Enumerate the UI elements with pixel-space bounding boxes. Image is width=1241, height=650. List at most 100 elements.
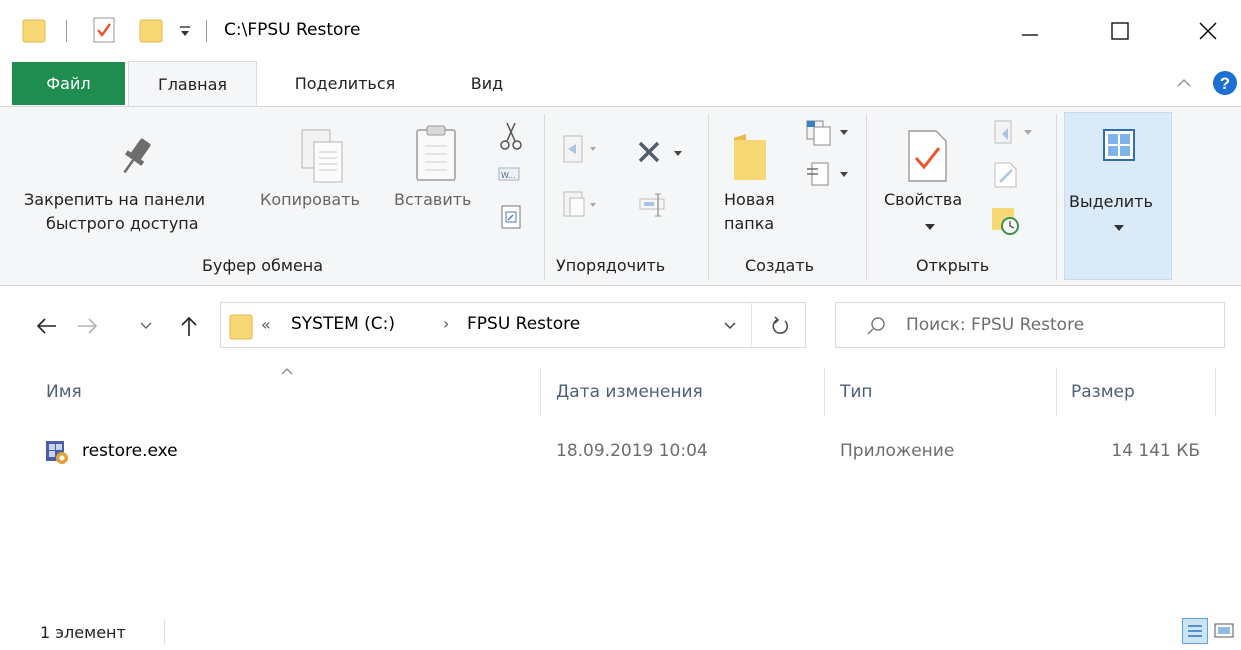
column-header-name[interactable]: Имя bbox=[46, 382, 82, 402]
large-icons-view-button[interactable] bbox=[1212, 619, 1238, 643]
group-separator bbox=[544, 114, 545, 280]
new-folder-button[interactable]: Новая папка bbox=[718, 118, 800, 246]
cut-icon[interactable] bbox=[498, 120, 524, 152]
properties-label: Свойства bbox=[884, 190, 963, 209]
pin-label-line2: быстрого доступа bbox=[46, 214, 199, 233]
group-separator bbox=[708, 114, 709, 280]
column-separator[interactable] bbox=[824, 368, 825, 416]
up-arrow-icon bbox=[181, 316, 197, 336]
rename-icon[interactable] bbox=[638, 190, 668, 220]
tab-file[interactable]: Файл bbox=[12, 62, 125, 105]
move-to-icon[interactable] bbox=[562, 134, 598, 164]
divider bbox=[751, 303, 752, 347]
minimize-button[interactable] bbox=[1000, 6, 1060, 56]
paste-button[interactable]: Вставить bbox=[392, 118, 490, 228]
properties-quick-icon[interactable] bbox=[92, 16, 116, 44]
paste-icon bbox=[416, 125, 456, 181]
properties-button[interactable]: Свойства bbox=[876, 118, 984, 246]
title-bar: C:\FPSU Restore bbox=[0, 0, 1241, 60]
group-separator bbox=[1056, 114, 1057, 280]
chevron-down-icon bbox=[140, 322, 152, 329]
search-field[interactable]: Поиск: FPSU Restore bbox=[835, 302, 1225, 348]
file-modified: 18.09.2019 10:04 bbox=[556, 441, 708, 461]
new-folder-quick-icon[interactable] bbox=[139, 16, 163, 44]
properties-icon bbox=[908, 130, 947, 182]
paste-shortcut-icon[interactable] bbox=[500, 204, 522, 230]
edit-icon[interactable] bbox=[992, 160, 1020, 190]
up-button[interactable] bbox=[172, 305, 206, 347]
open-group-label: Открыть bbox=[916, 256, 990, 275]
customize-quick-access-icon[interactable] bbox=[178, 25, 192, 39]
address-bar[interactable]: « SYSTEM (C:) › FPSU Restore bbox=[220, 302, 806, 348]
column-header-size[interactable]: Размер bbox=[1071, 382, 1135, 402]
open-icon[interactable] bbox=[992, 118, 1036, 148]
minimize-icon bbox=[1022, 34, 1038, 36]
file-type: Приложение bbox=[840, 441, 955, 461]
divider bbox=[206, 20, 207, 42]
breadcrumb-overflow[interactable]: « bbox=[261, 315, 271, 334]
details-view-button[interactable] bbox=[1182, 618, 1208, 644]
back-button[interactable] bbox=[30, 305, 64, 347]
application-icon bbox=[46, 441, 68, 464]
window-title: C:\FPSU Restore bbox=[224, 20, 361, 40]
select-icon bbox=[1103, 129, 1135, 161]
search-icon bbox=[867, 317, 885, 335]
copy-icon bbox=[301, 129, 343, 183]
copy-path-icon[interactable]: W... bbox=[498, 166, 520, 182]
collapse-ribbon-icon[interactable] bbox=[1176, 76, 1192, 88]
tab-home[interactable]: Главная bbox=[128, 61, 257, 107]
select-button[interactable]: Выделить bbox=[1064, 112, 1172, 280]
status-item-count: 1 элемент bbox=[40, 623, 126, 642]
folder-icon bbox=[229, 314, 253, 340]
organize-group-label: Упорядочить bbox=[556, 256, 666, 275]
large-icons-view-icon bbox=[1214, 623, 1234, 638]
folder-icon bbox=[22, 19, 46, 43]
back-arrow-icon bbox=[36, 318, 56, 334]
tab-share[interactable]: Поделиться bbox=[270, 60, 420, 106]
history-icon[interactable] bbox=[990, 204, 1022, 236]
column-separator[interactable] bbox=[540, 368, 541, 416]
new-item-icon[interactable] bbox=[804, 118, 852, 148]
details-view-icon bbox=[1188, 625, 1202, 637]
copy-to-icon[interactable] bbox=[562, 190, 598, 220]
dropdown-arrow-icon bbox=[1114, 225, 1124, 231]
tab-view[interactable]: Вид bbox=[452, 60, 522, 106]
divider bbox=[66, 20, 67, 42]
breadcrumb-system-c[interactable]: SYSTEM (C:) bbox=[291, 314, 395, 334]
pin-label-line1: Закрепить на панели bbox=[24, 190, 205, 209]
column-separator[interactable] bbox=[1056, 368, 1057, 416]
forward-button[interactable] bbox=[70, 305, 104, 347]
maximize-icon bbox=[1111, 22, 1129, 40]
dropdown-arrow-icon bbox=[925, 224, 935, 230]
clipboard-group-label: Буфер обмена bbox=[202, 256, 324, 275]
pin-icon bbox=[123, 138, 151, 174]
help-icon[interactable]: ? bbox=[1212, 70, 1238, 96]
column-header-modified[interactable]: Дата изменения bbox=[556, 382, 703, 402]
forward-arrow-icon bbox=[78, 318, 98, 334]
svg-text:W...: W... bbox=[501, 171, 516, 180]
maximize-button[interactable] bbox=[1090, 6, 1150, 56]
breadcrumb-separator: › bbox=[443, 314, 450, 333]
recent-locations-button[interactable] bbox=[136, 305, 156, 347]
delete-icon[interactable] bbox=[636, 138, 686, 166]
new-folder-icon bbox=[734, 134, 766, 180]
close-icon bbox=[1199, 22, 1217, 40]
address-dropdown-icon[interactable] bbox=[723, 321, 737, 331]
breadcrumb-fpsu-restore[interactable]: FPSU Restore bbox=[467, 314, 580, 334]
column-separator[interactable] bbox=[1215, 368, 1216, 416]
file-name[interactable]: restore.exe bbox=[82, 441, 178, 461]
pin-quick-access-button[interactable]: Закрепить на панели быстрого доступа bbox=[22, 118, 252, 246]
new-folder-label-line1: Новая bbox=[724, 190, 775, 209]
select-label: Выделить bbox=[1069, 192, 1153, 211]
easy-access-icon[interactable] bbox=[804, 160, 852, 188]
create-group-label: Создать bbox=[745, 256, 815, 275]
divider bbox=[164, 620, 165, 644]
svg-text:?: ? bbox=[1220, 74, 1230, 93]
group-separator bbox=[866, 114, 867, 280]
copy-button[interactable]: Копировать bbox=[256, 118, 386, 228]
refresh-icon[interactable] bbox=[769, 315, 791, 337]
close-button[interactable] bbox=[1178, 6, 1238, 56]
column-header-type[interactable]: Тип bbox=[840, 382, 873, 402]
copy-label: Копировать bbox=[260, 190, 360, 209]
new-folder-label-line2: папка bbox=[724, 214, 775, 233]
